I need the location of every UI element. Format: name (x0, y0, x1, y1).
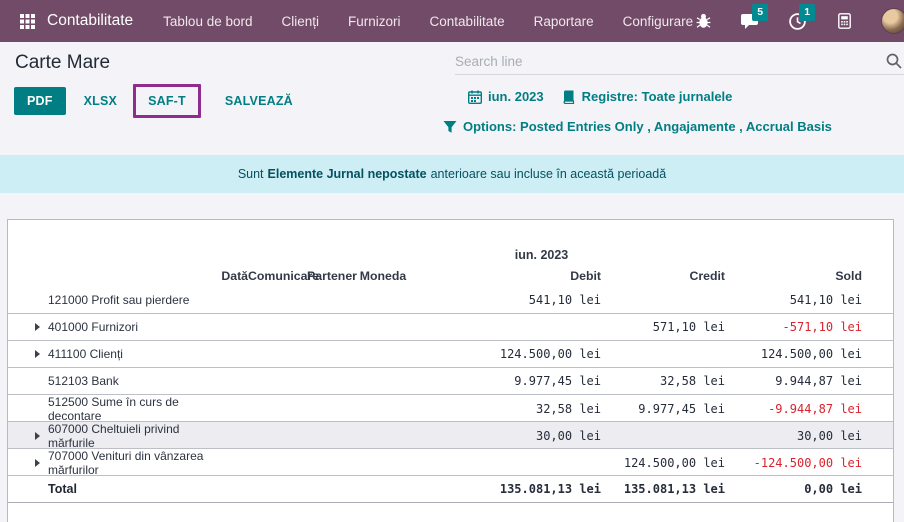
balance-value: 541,10 lei (725, 293, 862, 307)
expand-caret-icon[interactable] (35, 323, 40, 331)
banner-text-bold[interactable]: Elemente Jurnal nepostate (268, 167, 427, 181)
report-action-buttons: PDF XLSX SAF-T SALVEAZĂ (14, 84, 303, 118)
unposted-entries-banner: Sunt Elemente Jurnal nepostate anterioar… (0, 155, 904, 193)
col-header-credit: Credit (601, 269, 725, 283)
col-header-currency: Moneda (358, 269, 408, 283)
menu-item-accounting[interactable]: Contabilitate (430, 14, 505, 29)
xlsx-button[interactable]: XLSX (74, 87, 127, 115)
account-name[interactable]: 512500 Sume în curs de decontare (48, 395, 211, 423)
page: Contabilitate Tablou de bord Clienți Fur… (0, 0, 904, 522)
table-total-row: Total 135.081,13 lei 135.081,13 lei 0,00… (8, 476, 893, 503)
period-label: iun. 2023 (383, 248, 700, 262)
total-debit-value: 135.081,13 lei (408, 482, 601, 496)
account-name[interactable]: 401000 Furnizori (48, 320, 211, 334)
table-row-607000[interactable]: 607000 Cheltuieli privind mărfurile 30,0… (8, 422, 893, 449)
balance-value: 9.944,87 lei (725, 374, 862, 388)
credit-value: 9.977,45 lei (601, 402, 725, 416)
debug-bug-icon[interactable] (693, 11, 713, 31)
table-row-411100[interactable]: 411100 Clienți 124.500,00 lei 124.500,00… (8, 341, 893, 368)
balance-value: -9.944,87 lei (725, 402, 862, 416)
menu-item-customers[interactable]: Clienți (282, 14, 320, 29)
page-title: Carte Mare (15, 52, 110, 74)
device-icon[interactable] (834, 11, 854, 31)
journals-filter[interactable]: Registre: Toate jurnalele (562, 89, 733, 104)
banner-text-pre: Sunt (238, 167, 264, 181)
activities-clock-icon[interactable]: 1 (787, 11, 807, 31)
credit-value: 571,10 lei (601, 320, 725, 334)
search-icon[interactable] (886, 53, 902, 69)
table-row-512500[interactable]: 512500 Sume în curs de decontare 32,58 l… (8, 395, 893, 422)
topbar-right-icons: 5 1 (693, 8, 904, 34)
account-name[interactable]: 411100 Clienți (48, 347, 211, 361)
filter-row-2: Options: Posted Entries Only , Angajamen… (443, 119, 832, 134)
menu-item-vendors[interactable]: Furnizori (348, 14, 401, 29)
menu-item-configuration[interactable]: Configurare (623, 14, 694, 29)
user-avatar[interactable] (881, 8, 904, 34)
table-row-707000[interactable]: 707000 Venituri din vânzarea mărfurilor … (8, 449, 893, 476)
debit-value: 30,00 lei (408, 429, 601, 443)
options-filter[interactable]: Options: Posted Entries Only , Angajamen… (443, 119, 832, 134)
col-header-date: Dată (211, 269, 248, 283)
balance-value: 124.500,00 lei (725, 347, 862, 361)
col-header-communication: Comunicare (248, 269, 306, 283)
filter-row-1: iun. 2023 Registre: Toate jurnalele (468, 89, 732, 104)
balance-value: 30,00 lei (725, 429, 862, 443)
saft-highlight-box: SAF-T (133, 84, 201, 118)
pdf-button[interactable]: PDF (14, 87, 66, 115)
debit-value: 32,58 lei (408, 402, 601, 416)
total-label: Total (48, 482, 211, 496)
saft-button[interactable]: SAF-T (138, 87, 196, 115)
account-name[interactable]: 512103 Bank (48, 374, 211, 388)
period-header-row: iun. 2023 (8, 245, 893, 265)
date-filter[interactable]: iun. 2023 (468, 89, 544, 104)
calendar-icon (468, 90, 482, 104)
account-name[interactable]: 707000 Venituri din vânzarea mărfurilor (48, 449, 211, 477)
menu-item-reporting[interactable]: Raportare (534, 14, 594, 29)
journals-filter-label: Registre: Toate jurnalele (582, 89, 733, 104)
table-row-401000[interactable]: 401000 Furnizori 571,10 lei -571,10 lei (8, 314, 893, 341)
credit-value: 124.500,00 lei (601, 456, 725, 470)
account-name[interactable]: 121000 Profit sau pierdere (48, 293, 211, 307)
main-menu: Tablou de bord Clienți Furnizori Contabi… (163, 14, 693, 29)
journal-book-icon (562, 90, 576, 104)
filter-funnel-icon (443, 120, 457, 134)
col-header-debit: Debit (408, 269, 601, 283)
table-header-row: Dată Comunicare Partener Moneda Debit Cr… (8, 265, 893, 287)
general-ledger-card: iun. 2023 Dată Comunicare Partener Moned… (7, 219, 894, 522)
search-bar (455, 48, 904, 75)
balance-value: -571,10 lei (725, 320, 862, 334)
expand-caret-icon[interactable] (35, 432, 40, 440)
col-header-partner: Partener (306, 269, 358, 283)
balance-value: -124.500,00 lei (725, 456, 862, 470)
table-row-512103[interactable]: 512103 Bank 9.977,45 lei 32,58 lei 9.944… (8, 368, 893, 395)
app-brand[interactable]: Contabilitate (47, 12, 133, 30)
debit-value: 9.977,45 lei (408, 374, 601, 388)
activities-badge: 1 (799, 4, 815, 21)
expand-caret-icon[interactable] (35, 459, 40, 467)
expand-caret-icon[interactable] (35, 350, 40, 358)
total-balance-value: 0,00 lei (725, 482, 862, 496)
options-filter-label: Options: Posted Entries Only , Angajamen… (463, 119, 832, 134)
date-filter-label: iun. 2023 (488, 89, 544, 104)
save-button[interactable]: SALVEAZĂ (215, 87, 303, 115)
table-row-121000[interactable]: 121000 Profit sau pierdere 541,10 lei 54… (8, 287, 893, 314)
credit-value: 32,58 lei (601, 374, 725, 388)
messages-badge: 5 (752, 4, 768, 21)
debit-value: 541,10 lei (408, 293, 601, 307)
total-credit-value: 135.081,13 lei (601, 482, 725, 496)
menu-item-dashboard[interactable]: Tablou de bord (163, 14, 252, 29)
top-navbar: Contabilitate Tablou de bord Clienți Fur… (0, 0, 904, 42)
account-name[interactable]: 607000 Cheltuieli privind mărfurile (48, 422, 211, 450)
col-header-balance: Sold (725, 269, 862, 283)
messages-icon[interactable]: 5 (740, 11, 760, 31)
banner-text-post: anterioare sau incluse în această perioa… (431, 167, 667, 181)
apps-grid-icon[interactable] (20, 14, 35, 29)
search-input[interactable] (455, 48, 904, 74)
debit-value: 124.500,00 lei (408, 347, 601, 361)
